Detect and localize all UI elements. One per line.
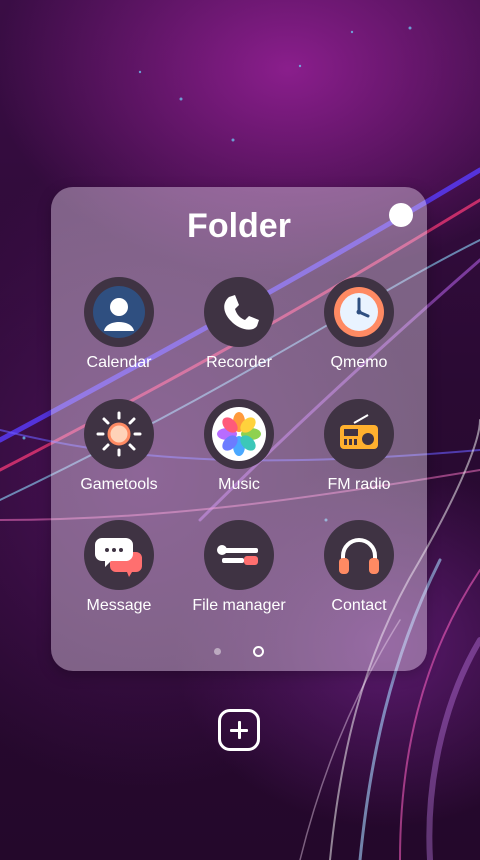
app-label: FM radio — [327, 476, 391, 493]
app-qmemo[interactable]: Qmemo — [299, 277, 419, 372]
folder-badge-dot — [389, 203, 413, 227]
app-label: Qmemo — [330, 354, 388, 371]
page-dot-1[interactable] — [213, 648, 221, 656]
page-dot-2-current[interactable] — [253, 646, 265, 658]
app-label: Recorder — [206, 354, 272, 371]
app-gametools[interactable]: Gametools — [59, 399, 179, 494]
app-recorder[interactable]: Recorder — [179, 277, 299, 372]
phone-handset-icon — [204, 277, 274, 347]
headphones-icon — [324, 520, 394, 590]
radio-icon — [324, 399, 394, 469]
app-label: Music — [218, 476, 260, 493]
page-indicator — [51, 643, 427, 661]
sun-icon — [84, 399, 154, 469]
clock-icon — [324, 277, 394, 347]
flower-petals-icon — [204, 399, 274, 469]
app-label: Message — [86, 597, 152, 614]
app-label: Contact — [331, 597, 387, 614]
folder-title[interactable]: Folder — [51, 207, 427, 246]
app-contact[interactable]: Contact — [299, 520, 419, 615]
chat-bubbles-icon — [84, 520, 154, 590]
app-message[interactable]: Message — [59, 520, 179, 615]
app-calendar[interactable]: Calendar — [59, 277, 179, 372]
app-music[interactable]: Music — [179, 399, 299, 494]
person-silhouette-icon — [84, 277, 154, 347]
app-label: Gametools — [80, 476, 158, 493]
tools-icon — [204, 520, 274, 590]
app-label: File manager — [192, 597, 286, 614]
app-fm-radio[interactable]: FM radio — [299, 399, 419, 494]
add-app-button[interactable] — [218, 709, 260, 751]
app-file-manager[interactable]: File manager — [179, 520, 299, 615]
folder-panel: Folder Calendar Recorder Qmemo Gametools… — [51, 187, 427, 671]
app-label: Calendar — [86, 354, 152, 371]
